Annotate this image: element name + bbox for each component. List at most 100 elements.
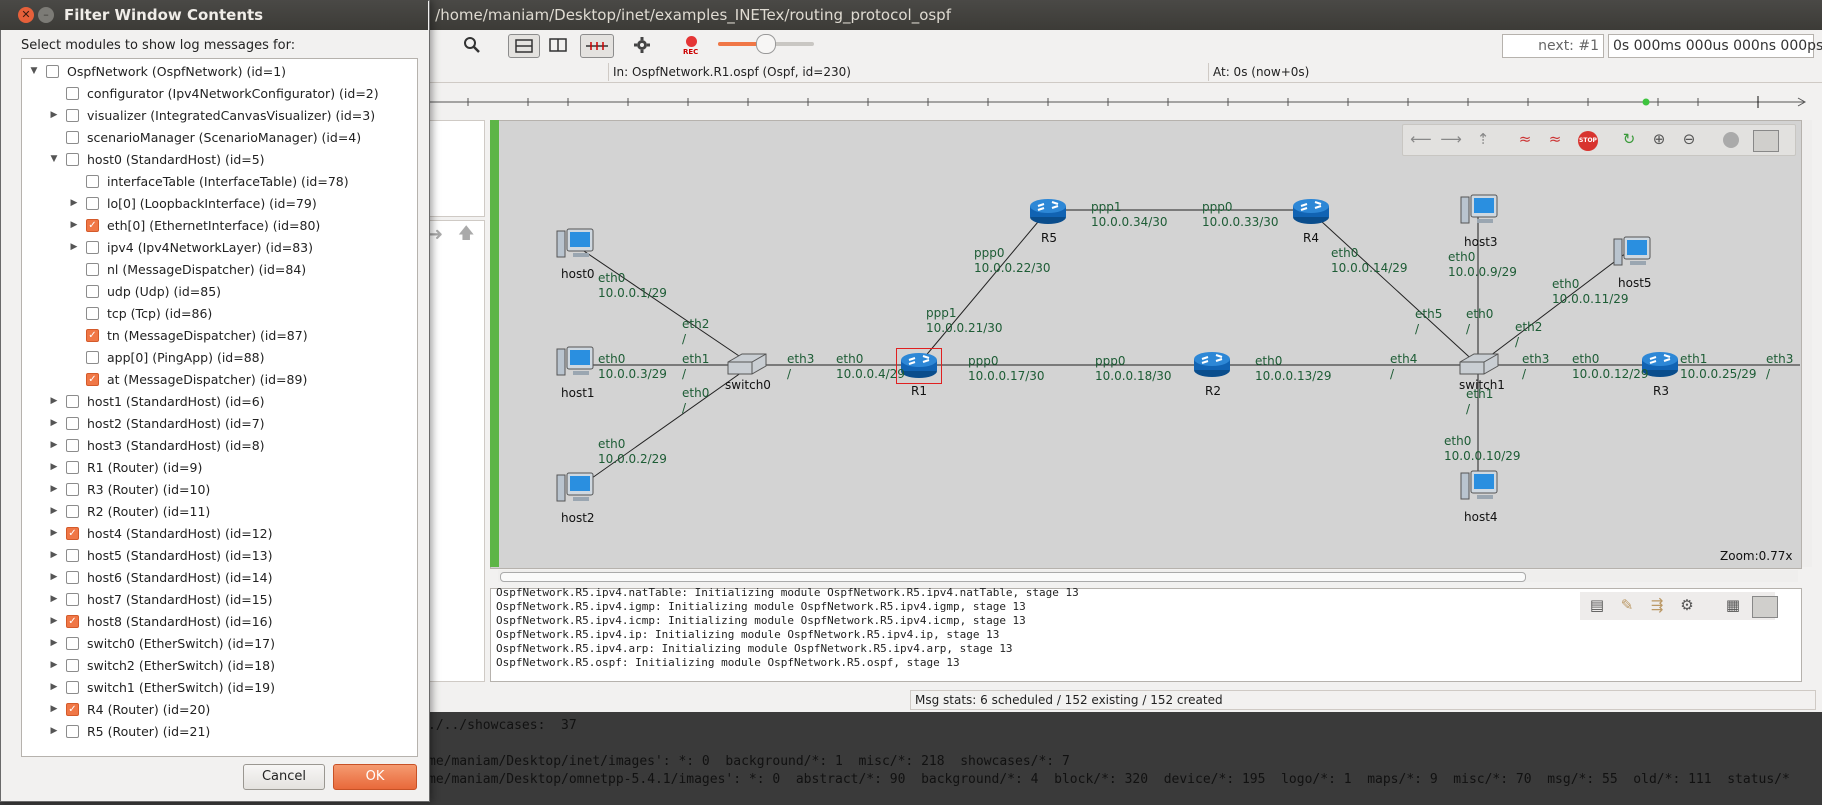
tree-item[interactable]: ▶ ✓ eth[0] (EthernetInterface) (id=80) bbox=[68, 214, 321, 236]
chevron-right-icon[interactable]: ▶ bbox=[48, 418, 60, 428]
zoom-out-icon[interactable]: ⊖ bbox=[1678, 128, 1700, 150]
tree-item[interactable]: ▶ lo[0] (LoopbackInterface) (id=79) bbox=[68, 192, 317, 214]
animation-icon-1[interactable]: ≈ bbox=[1514, 128, 1536, 150]
tree-item[interactable]: ▶ host2 (StandardHost) (id=7) bbox=[48, 412, 265, 434]
tree-item[interactable]: ▶ R1 (Router) (id=9) bbox=[48, 456, 203, 478]
parent-module-icon[interactable]: ⇡ bbox=[1472, 128, 1494, 150]
chevron-right-icon[interactable]: ▶ bbox=[48, 660, 60, 670]
animation-icon-2[interactable]: ≈ bbox=[1544, 128, 1566, 150]
switch1-icon[interactable] bbox=[1458, 352, 1500, 379]
log-layout-icon[interactable]: ▦ bbox=[1722, 594, 1744, 616]
chevron-right-icon[interactable]: ▶ bbox=[48, 616, 60, 626]
tree-item[interactable]: nl (MessageDispatcher) (id=84) bbox=[68, 258, 306, 280]
log-mode-icon[interactable]: ▤ bbox=[1586, 594, 1608, 616]
tree-item[interactable]: interfaceTable (InterfaceTable) (id=78) bbox=[68, 170, 349, 192]
search-icon[interactable] bbox=[460, 34, 484, 56]
filter-icon[interactable]: ✎ bbox=[1616, 594, 1638, 616]
tree-checkbox[interactable] bbox=[66, 460, 79, 474]
tree-item[interactable]: ▶ R3 (Router) (id=10) bbox=[48, 478, 211, 500]
tree-checkbox[interactable] bbox=[66, 394, 79, 408]
tree-checkbox[interactable]: ✓ bbox=[86, 372, 99, 386]
tree-checkbox[interactable] bbox=[66, 438, 79, 452]
chevron-right-icon[interactable]: ▶ bbox=[68, 220, 80, 230]
tree-checkbox[interactable] bbox=[66, 504, 79, 518]
forward-icon[interactable]: ⟶ bbox=[1440, 128, 1462, 150]
host3-icon[interactable] bbox=[1459, 193, 1499, 232]
minimize-icon[interactable]: – bbox=[38, 7, 54, 23]
speed-slider-handle[interactable] bbox=[756, 34, 776, 54]
tree-checkbox[interactable] bbox=[66, 548, 79, 562]
host4-icon[interactable] bbox=[1459, 469, 1499, 508]
tree-checkbox[interactable]: ✓ bbox=[86, 328, 99, 342]
router-r1-icon[interactable] bbox=[899, 351, 939, 382]
log-settings-icon[interactable]: ⚙ bbox=[1676, 594, 1698, 616]
ok-button[interactable]: OK bbox=[333, 764, 417, 790]
chevron-right-icon[interactable]: ▶ bbox=[48, 528, 60, 538]
layer-icon[interactable] bbox=[1723, 132, 1739, 148]
tree-checkbox[interactable] bbox=[86, 306, 99, 320]
tree-checkbox[interactable] bbox=[86, 262, 99, 276]
tree-checkbox[interactable] bbox=[66, 570, 79, 584]
chevron-right-icon[interactable]: ▶ bbox=[48, 484, 60, 494]
chevron-right-icon[interactable]: ▶ bbox=[48, 462, 60, 472]
chevron-right-icon[interactable]: ▶ bbox=[48, 110, 60, 120]
switch0-icon[interactable] bbox=[726, 352, 768, 379]
tree-checkbox[interactable] bbox=[66, 482, 79, 496]
tree-checkbox[interactable] bbox=[86, 350, 99, 364]
tree-item[interactable]: udp (Udp) (id=85) bbox=[68, 280, 221, 302]
tree-checkbox[interactable] bbox=[66, 636, 79, 650]
event-timeline[interactable] bbox=[428, 88, 1808, 116]
router-r2-icon[interactable] bbox=[1192, 350, 1232, 381]
tree-item[interactable]: ▶ host5 (StandardHost) (id=13) bbox=[48, 544, 273, 566]
layout-icon-2[interactable] bbox=[546, 34, 570, 56]
tree-item[interactable]: ▶ host7 (StandardHost) (id=15) bbox=[48, 588, 273, 610]
tree-checkbox[interactable] bbox=[46, 64, 59, 78]
tree-item[interactable]: ▶ R5 (Router) (id=21) bbox=[48, 720, 211, 742]
tree-checkbox[interactable] bbox=[66, 592, 79, 606]
tree-item[interactable]: ✓ at (MessageDispatcher) (id=89) bbox=[68, 368, 307, 390]
up-arrow-icon[interactable]: 🡅 bbox=[458, 222, 474, 249]
chevron-down-icon[interactable]: ▼ bbox=[48, 154, 60, 164]
chevron-right-icon[interactable]: ▶ bbox=[48, 638, 60, 648]
chevron-right-icon[interactable]: ▶ bbox=[48, 440, 60, 450]
close-icon[interactable]: ✕ bbox=[18, 7, 34, 23]
tree-checkbox[interactable] bbox=[86, 196, 99, 210]
tree-checkbox[interactable] bbox=[66, 416, 79, 430]
canvas-vertical-scrollbar[interactable] bbox=[1802, 120, 1812, 567]
back-icon[interactable]: ⟵ bbox=[1410, 128, 1432, 150]
tree-item[interactable]: ▶ ipv4 (Ipv4NetworkLayer) (id=83) bbox=[68, 236, 313, 258]
chevron-down-icon[interactable]: ▼ bbox=[28, 66, 40, 76]
chevron-right-icon[interactable]: ▶ bbox=[48, 594, 60, 604]
tree-item[interactable]: ▶ R2 (Router) (id=11) bbox=[48, 500, 211, 522]
chevron-right-icon[interactable]: ▶ bbox=[48, 550, 60, 560]
host5-icon[interactable] bbox=[1612, 235, 1652, 274]
gear-icon[interactable] bbox=[630, 34, 654, 56]
tree-item[interactable]: tcp (Tcp) (id=86) bbox=[68, 302, 212, 324]
canvas-scroll-thumb[interactable] bbox=[500, 572, 1526, 582]
chevron-right-icon[interactable]: ▶ bbox=[48, 682, 60, 692]
tree-checkbox[interactable] bbox=[86, 240, 99, 254]
tree-item[interactable]: ▶ host1 (StandardHost) (id=6) bbox=[48, 390, 265, 412]
cancel-button[interactable]: Cancel bbox=[243, 764, 325, 790]
tree-item[interactable]: ▶ host3 (StandardHost) (id=8) bbox=[48, 434, 265, 456]
chevron-right-icon[interactable]: ▶ bbox=[68, 242, 80, 252]
layout-icon-1[interactable] bbox=[508, 34, 540, 58]
chevron-right-icon[interactable]: ▶ bbox=[68, 198, 80, 208]
find-icon[interactable]: ⇶ bbox=[1646, 594, 1668, 616]
timeline-icon[interactable] bbox=[580, 34, 614, 58]
chevron-right-icon[interactable]: ▶ bbox=[48, 726, 60, 736]
router-r4-icon[interactable] bbox=[1291, 197, 1331, 228]
tree-item[interactable]: ▶ ✓ host8 (StandardHost) (id=16) bbox=[48, 610, 273, 632]
log-view-toggle-icon[interactable] bbox=[1752, 596, 1778, 618]
tree-checkbox[interactable] bbox=[66, 152, 79, 166]
tree-checkbox[interactable] bbox=[66, 130, 79, 144]
tree-item[interactable]: ▶ visualizer (IntegratedCanvasVisualizer)… bbox=[48, 104, 376, 126]
record-button[interactable]: REC bbox=[680, 34, 704, 58]
tree-checkbox[interactable]: ✓ bbox=[86, 218, 99, 232]
tree-checkbox[interactable] bbox=[86, 174, 99, 188]
tree-item[interactable]: ▶ host6 (StandardHost) (id=14) bbox=[48, 566, 273, 588]
tree-checkbox[interactable] bbox=[66, 680, 79, 694]
chevron-right-icon[interactable]: ▶ bbox=[48, 396, 60, 406]
chevron-right-icon[interactable]: ▶ bbox=[48, 572, 60, 582]
tree-checkbox[interactable] bbox=[66, 86, 79, 100]
